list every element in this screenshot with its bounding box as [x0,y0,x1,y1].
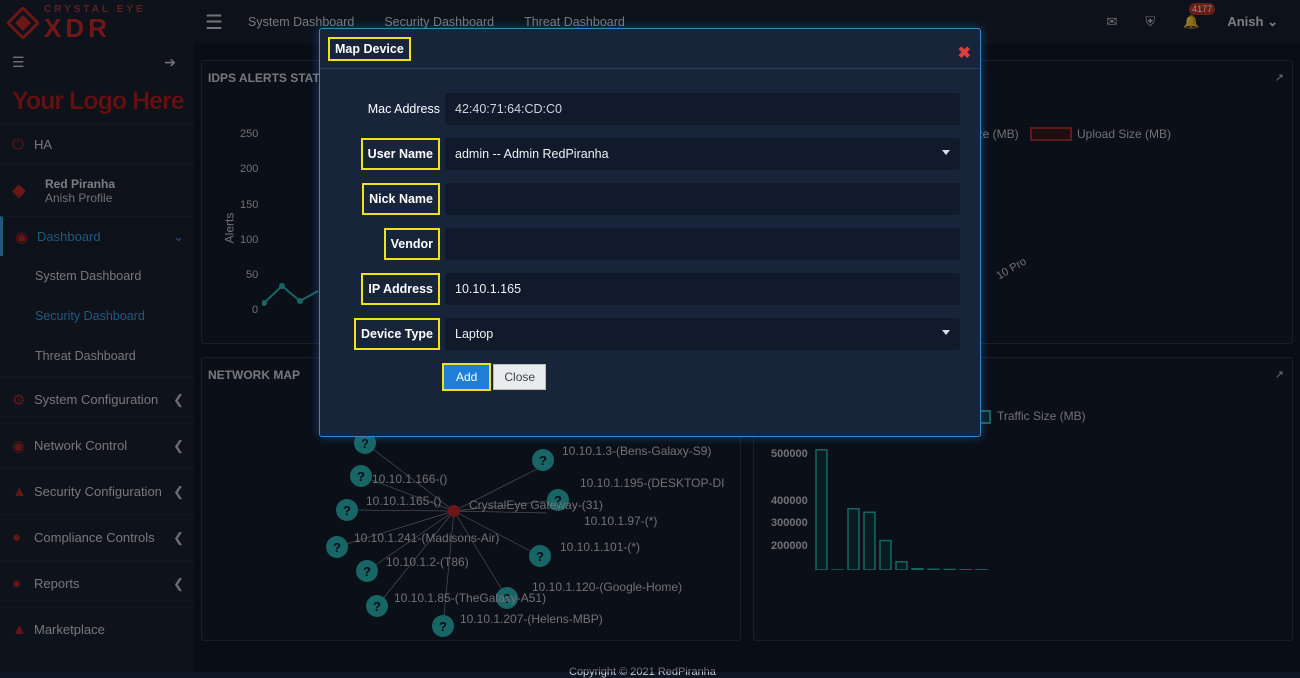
mac-address-row: Mac Address 42:40:71:64:CD:C0 [320,93,982,125]
dialog-title: Map Device [328,37,411,61]
ip-address-row: IP Address 10.10.1.165 [320,273,982,305]
field-label: Device Type [354,318,440,350]
ip-address-field[interactable]: 10.10.1.165 [445,273,960,305]
caret-down-icon [942,150,950,155]
field-label: Nick Name [362,183,440,215]
nick-name-row: Nick Name [320,183,982,215]
dialog-header: Map Device ✖ [320,29,980,69]
dialog-actions: Add Close [442,363,546,391]
close-button[interactable]: Close [493,364,546,390]
user-name-row: User Name admin -- Admin RedPiranha [320,138,982,170]
mac-address-field: 42:40:71:64:CD:C0 [445,93,960,125]
device-type-select[interactable]: Laptop [445,318,960,350]
field-label: Vendor [384,228,440,260]
field-label: IP Address [361,273,440,305]
select-value: admin -- Admin RedPiranha [455,147,609,161]
close-icon[interactable]: ✖ [958,43,971,63]
nick-name-field[interactable] [445,183,960,215]
device-type-row: Device Type Laptop [320,318,982,350]
user-name-select[interactable]: admin -- Admin RedPiranha [445,138,960,170]
add-button[interactable]: Add [442,363,491,391]
field-label: User Name [361,138,440,170]
vendor-row: Vendor [320,228,982,260]
select-value: Laptop [455,327,493,341]
field-label: Mac Address [368,93,440,125]
map-device-dialog: Map Device ✖ Mac Address 42:40:71:64:CD:… [319,28,981,437]
vendor-field[interactable] [445,228,960,260]
caret-down-icon [942,330,950,335]
